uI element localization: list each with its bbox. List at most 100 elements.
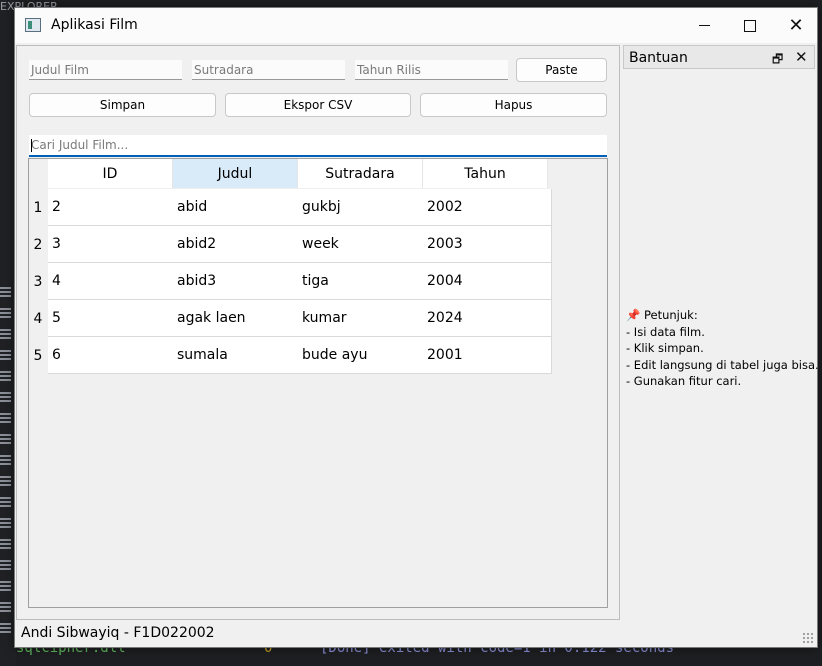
table-cell[interactable]: bude ayu [298, 337, 427, 374]
ide-code-line [0, 543, 11, 545]
ide-code-line [0, 329, 11, 331]
app-icon [25, 18, 41, 32]
ide-code-line [0, 476, 11, 478]
table-cell[interactable]: week [298, 226, 427, 263]
row-number[interactable]: 3 [29, 263, 47, 300]
table-cell[interactable]: 4 [48, 263, 177, 300]
table-grid[interactable]: ID Judul Sutradara Tahun 2 abid gukbj 2002 3 abid… [48, 159, 607, 607]
minimize-button[interactable] [681, 8, 727, 43]
ide-code-line [0, 308, 11, 310]
ide-code-line [0, 413, 11, 415]
table-cell[interactable]: 5 [48, 300, 177, 337]
ide-code-line [0, 350, 11, 352]
ide-code-line [0, 354, 11, 356]
status-bar: Andi Sibwayiq - F1D022002 [15, 621, 817, 647]
table-cell[interactable]: tiga [298, 263, 427, 300]
ide-code-line [0, 434, 11, 436]
ide-code-line [0, 417, 11, 419]
ide-code-line [0, 602, 11, 604]
column-header[interactable]: Judul [173, 159, 298, 188]
ide-code-line [0, 316, 11, 318]
ide-code-line [0, 287, 11, 289]
central-widget: Judul Film Sutradara Tahun Rilis Paste S… [16, 45, 620, 620]
column-header[interactable]: Sutradara [298, 159, 423, 188]
ide-code-line [0, 312, 11, 314]
pin-icon: 📌 [626, 308, 641, 322]
ide-code-line [0, 442, 11, 444]
ide-code-line [0, 455, 11, 457]
search-input[interactable]: Cari Judul Film... [29, 135, 607, 157]
column-header[interactable]: Tahun [423, 159, 548, 188]
ide-code-line [0, 568, 11, 570]
hapus-button[interactable]: Hapus [420, 93, 607, 117]
ide-code-line [0, 589, 11, 591]
help-heading: Petunjuk: [643, 308, 698, 322]
tahun-input[interactable]: Tahun Rilis [355, 60, 508, 80]
ide-code-line [0, 400, 11, 402]
ide-code-line [0, 610, 11, 612]
ide-code-line [0, 463, 11, 465]
ekspor-csv-button[interactable]: Ekspor CSV [225, 93, 411, 117]
help-line: - Klik simpan. [626, 341, 704, 355]
ide-code-line [0, 337, 11, 339]
resize-grip-icon[interactable] [802, 632, 813, 643]
maximize-button[interactable] [727, 8, 773, 43]
ide-code-line [0, 379, 11, 381]
ide-code-line [0, 438, 11, 440]
table-cell[interactable]: 2024 [423, 300, 552, 337]
ide-code-line [0, 518, 11, 520]
dock-title-bar[interactable]: Bantuan 🗗 ✕ [623, 45, 815, 69]
ide-code-line [0, 560, 11, 562]
judul-input[interactable]: Judul Film [29, 60, 182, 80]
ide-code-line [0, 358, 11, 360]
ide-code-line [0, 484, 11, 486]
title-bar[interactable]: Aplikasi Film ✕ [15, 8, 817, 43]
ide-code-line [0, 392, 11, 394]
dock-close-icon[interactable]: ✕ [795, 48, 808, 66]
close-button[interactable]: ✕ [773, 8, 819, 43]
row-number[interactable]: 5 [29, 337, 47, 374]
table-cell[interactable]: abid2 [173, 226, 302, 263]
ide-code-line [0, 421, 11, 423]
ide-code-line [0, 585, 11, 587]
ide-code-line [0, 564, 11, 566]
table-cell[interactable]: 2001 [423, 337, 552, 374]
film-table[interactable]: 12345 ID Judul Sutradara Tahun 2 abid gukbj 200… [28, 158, 608, 608]
table-cell[interactable]: abid [173, 189, 302, 226]
column-header[interactable]: ID [48, 159, 173, 188]
sutradara-input[interactable]: Sutradara [192, 60, 345, 80]
close-icon: ✕ [788, 15, 804, 36]
ide-code-line [0, 539, 11, 541]
ide-code-line [0, 623, 11, 625]
ide-code-line [0, 291, 11, 293]
row-number[interactable]: 2 [29, 226, 47, 263]
row-number[interactable]: 4 [29, 300, 47, 337]
maximize-icon [744, 19, 756, 32]
ide-code-line [0, 581, 11, 583]
table-cell[interactable]: abid3 [173, 263, 302, 300]
ide-code-line [0, 547, 11, 549]
row-number[interactable]: 1 [29, 189, 47, 226]
table-corner[interactable] [29, 159, 47, 188]
table-cell[interactable]: 2002 [423, 189, 552, 226]
dock-float-icon[interactable]: 🗗 [772, 50, 783, 71]
simpan-button[interactable]: Simpan [29, 93, 216, 117]
table-cell[interactable]: 3 [48, 226, 177, 263]
table-cell[interactable]: sumala [173, 337, 302, 374]
help-text: 📌 Petunjuk: - Isi data film. - Klik simp… [626, 307, 819, 390]
ide-code-line [0, 606, 11, 608]
paste-button[interactable]: Paste [516, 58, 607, 82]
ide-code-line [0, 396, 11, 398]
ide-code-line [0, 497, 11, 499]
table-cell[interactable]: 2004 [423, 263, 552, 300]
table-cell[interactable]: gukbj [298, 189, 427, 226]
table-cell[interactable]: 2 [48, 189, 177, 226]
table-cell[interactable]: kumar [298, 300, 427, 337]
ide-code-line [0, 295, 11, 297]
ide-code-line [0, 371, 11, 373]
ide-code-line [0, 522, 11, 524]
table-cell[interactable]: agak laen [173, 300, 302, 337]
table-cell[interactable]: 2003 [423, 226, 552, 263]
ide-code-line [0, 627, 11, 629]
table-cell[interactable]: 6 [48, 337, 177, 374]
